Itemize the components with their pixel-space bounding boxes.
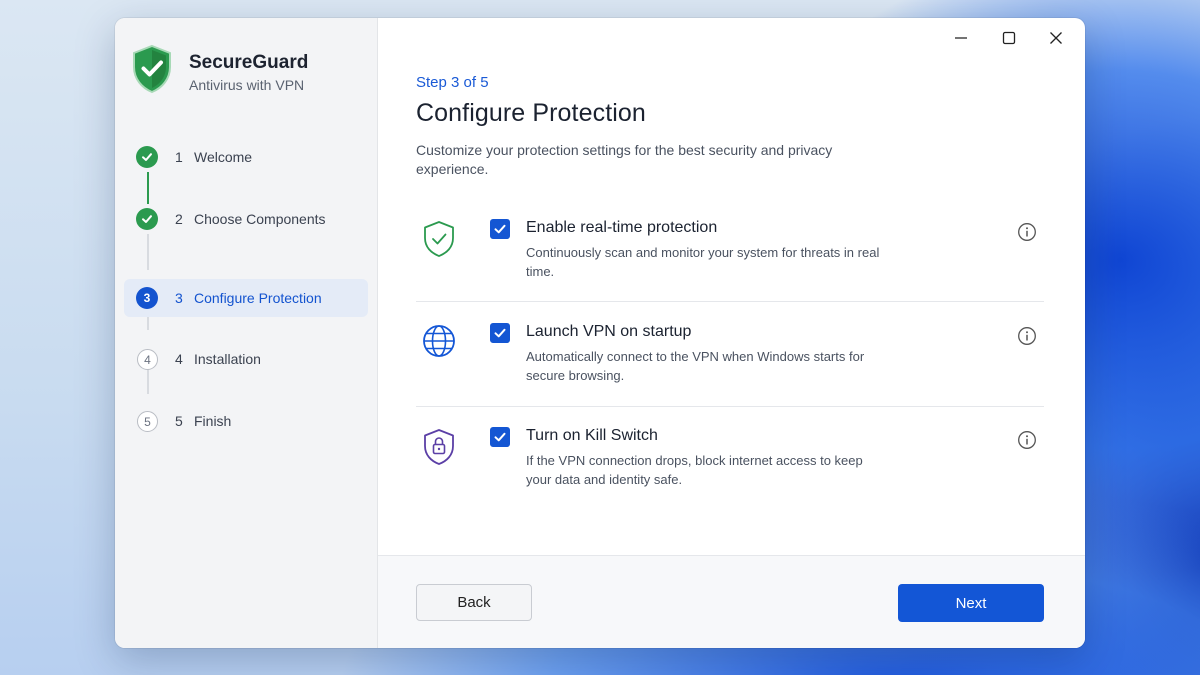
option-description: Continuously scan and monitor your syste… (526, 245, 880, 279)
check-icon (136, 208, 158, 230)
checkmark-icon (494, 328, 506, 338)
shield-check-icon (424, 221, 454, 257)
back-button[interactable]: Back (416, 584, 532, 621)
info-icon[interactable] (1017, 430, 1037, 450)
step-pending-indicator: 5 (137, 411, 158, 432)
real-time-protection-checkbox[interactable] (490, 219, 510, 239)
app-name: SecureGuard (189, 52, 309, 73)
globe-icon (423, 325, 455, 357)
step-installation: 4 4 Installation (124, 340, 368, 378)
info-icon[interactable] (1017, 222, 1037, 242)
option-description: If the VPN connection drops, block inter… (526, 453, 863, 487)
checkmark-icon (494, 224, 506, 234)
step-current-indicator: 3 (136, 287, 158, 309)
option-real-time-protection: Enable real-time protection Continuously… (416, 219, 1044, 324)
shield-check-logo-icon (133, 44, 171, 94)
option-kill-switch: Turn on Kill Switch If the VPN connectio… (416, 427, 1044, 532)
step-label: Configure Protection (194, 290, 322, 306)
divider (416, 301, 1044, 302)
main-content: Step 3 of 5 Configure Protection Customi… (378, 18, 1085, 555)
kill-switch-checkbox[interactable] (490, 427, 510, 447)
step-choose-components: 2 Choose Components (124, 200, 368, 238)
brand: SecureGuard Antivirus with VPN (131, 44, 308, 94)
step-number: 4 (175, 351, 183, 367)
option-title: Launch VPN on startup (526, 323, 692, 340)
shield-lock-icon (424, 429, 454, 465)
step-pending-indicator: 4 (137, 349, 158, 370)
checkmark-icon (494, 432, 506, 442)
step-configure-protection: 3 3 Configure Protection (124, 279, 368, 317)
info-icon[interactable] (1017, 326, 1037, 346)
step-indicator: Step 3 of 5 (416, 74, 489, 91)
step-label: Choose Components (194, 211, 326, 227)
option-launch-vpn: Launch VPN on startup Automatically conn… (416, 323, 1044, 428)
check-icon (136, 146, 158, 168)
step-label: Installation (194, 351, 261, 367)
option-title: Enable real-time protection (526, 219, 718, 236)
option-description: Automatically connect to the VPN when Wi… (526, 349, 865, 383)
launch-vpn-checkbox[interactable] (490, 323, 510, 343)
step-label: Finish (194, 413, 232, 429)
page-title: Configure Protection (416, 99, 646, 127)
step-finish: 5 5 Finish (124, 402, 368, 440)
option-title: Turn on Kill Switch (526, 427, 658, 444)
step-number: 1 (175, 149, 183, 165)
app-subtitle: Antivirus with VPN (189, 77, 305, 93)
installer-window: SecureGuard Antivirus with VPN 1 Welcome (115, 18, 1085, 648)
step-number: 2 (175, 211, 183, 227)
sidebar: SecureGuard Antivirus with VPN 1 Welcome (115, 18, 378, 648)
step-label: Welcome (194, 149, 253, 165)
footer-bar: Back Next (378, 555, 1085, 648)
next-button[interactable]: Next (898, 584, 1044, 622)
page-description: Customize your protection settings for t… (416, 142, 833, 177)
step-connector (147, 234, 149, 270)
step-number: 5 (175, 413, 183, 429)
divider (416, 406, 1044, 407)
step-number: 3 (175, 290, 183, 306)
step-welcome: 1 Welcome (124, 138, 368, 176)
